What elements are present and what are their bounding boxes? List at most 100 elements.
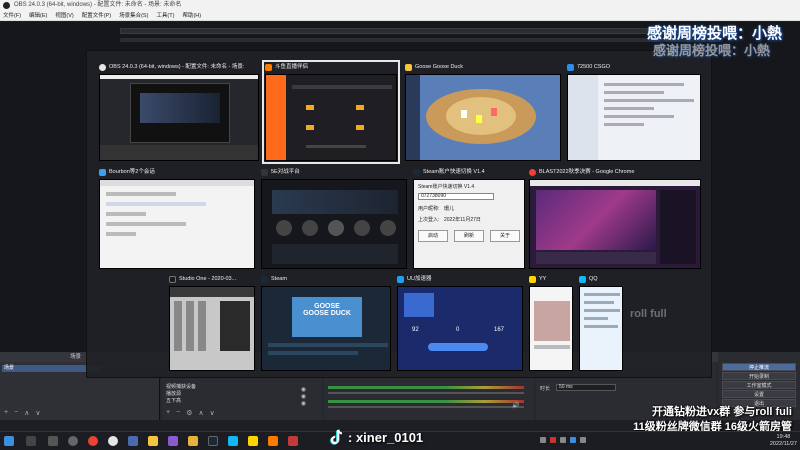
tray-icon[interactable] bbox=[570, 437, 576, 443]
window-thumb-studio-one[interactable]: Studio One - 2020-03... bbox=[167, 273, 257, 373]
task-view-icon[interactable] bbox=[48, 436, 58, 446]
chat-preview-image bbox=[99, 179, 255, 269]
gear-icon[interactable]: ⚙ bbox=[186, 409, 192, 417]
refresh-label: 刷新 bbox=[463, 233, 474, 239]
tiktok-handle: : xiner_0101 bbox=[348, 429, 424, 445]
menu-scene-collection[interactable]: 场景集合(S) bbox=[119, 11, 148, 20]
game-icon[interactable] bbox=[128, 436, 138, 446]
settings-icon[interactable] bbox=[68, 436, 78, 446]
duration-label: 时长 bbox=[540, 386, 551, 392]
obs-icon[interactable] bbox=[108, 436, 118, 446]
steam-icon bbox=[261, 276, 268, 283]
launch-button[interactable]: 启动 bbox=[418, 230, 448, 242]
window-thumb-goose-duck[interactable]: Goose Goose Duck bbox=[403, 61, 563, 163]
source-item[interactable]: 播放源 bbox=[162, 391, 322, 398]
remove-icon[interactable]: − bbox=[176, 409, 180, 417]
window-title: OBS 24.0.3 (64-bit, windows) - 配置文件: 未命名… bbox=[109, 64, 245, 70]
launch-label: 启动 bbox=[427, 233, 438, 239]
down-icon[interactable]: ∨ bbox=[210, 409, 215, 417]
window-thumb-steam-switcher[interactable]: Steam账户快速切换 V1.4 Steam账户快速切换 V1.4 072738… bbox=[411, 166, 527, 271]
about-button[interactable]: 关于 bbox=[490, 230, 520, 242]
about-label: 关于 bbox=[499, 233, 510, 239]
search-icon[interactable] bbox=[26, 436, 36, 446]
stop-streaming-button[interactable]: 停止推流 bbox=[722, 363, 796, 371]
window-title: Steam账户快速切换 V1.4 bbox=[423, 169, 485, 175]
tray-icon[interactable] bbox=[540, 437, 546, 443]
menu-help[interactable]: 帮助(H) bbox=[182, 11, 201, 20]
up-icon[interactable]: ∧ bbox=[198, 409, 203, 417]
douyu-preview-image bbox=[265, 74, 397, 161]
volume-slider[interactable] bbox=[328, 392, 524, 394]
account-select[interactable]: 072738090 bbox=[418, 193, 494, 200]
window-thumb-chrome[interactable]: BLAST2022秋季决赛 - Google Chrome bbox=[527, 166, 703, 271]
window-thumb-csgo[interactable]: 72500 CSGO bbox=[565, 61, 703, 163]
steam-preview-image: GOOSE GOOSE DUCK bbox=[261, 286, 391, 371]
tray-icon[interactable] bbox=[550, 437, 556, 443]
tray-icon[interactable] bbox=[560, 437, 566, 443]
window-title: YY bbox=[539, 276, 547, 282]
screen: OBS 24.0.3 (64-bit, windows) - 配置文件: 未命名… bbox=[0, 0, 800, 450]
5e-preview-image bbox=[261, 179, 407, 269]
clock-time: 19:48 bbox=[776, 434, 791, 440]
start-icon[interactable] bbox=[4, 436, 14, 446]
window-title: Bourbon等2个会话 bbox=[109, 169, 155, 175]
csgo-preview-image bbox=[567, 74, 701, 161]
window-thumb-5e[interactable]: 5E对战平台 bbox=[259, 166, 409, 271]
obs-title-bar: OBS 24.0.3 (64-bit, windows) - 配置文件: 未命名… bbox=[0, 0, 800, 11]
window-title: 72500 CSGO bbox=[577, 64, 611, 70]
menu-profile[interactable]: 配置文件(P) bbox=[82, 11, 111, 20]
add-icon[interactable]: + bbox=[4, 409, 8, 417]
obs-preview-image bbox=[99, 74, 259, 161]
chrome-icon[interactable] bbox=[88, 436, 98, 446]
uu-stat: 167 bbox=[494, 327, 505, 333]
menu-tools[interactable]: 工具(T) bbox=[156, 11, 174, 20]
tiktok-icon bbox=[330, 429, 344, 445]
clock-date: 2022/11/27 bbox=[769, 441, 797, 447]
steam-icon[interactable] bbox=[208, 436, 218, 446]
refresh-button[interactable]: 刷新 bbox=[454, 230, 484, 242]
goose-duck-icon[interactable] bbox=[148, 436, 158, 446]
start-recording-button[interactable]: 开始录制 bbox=[722, 372, 796, 380]
remove-icon[interactable]: − bbox=[14, 409, 18, 417]
window-thumb-yy[interactable]: YY bbox=[527, 273, 575, 373]
source-item[interactable]: 视频捕获设备 bbox=[162, 384, 322, 391]
source-item[interactable]: 五下高 bbox=[162, 398, 322, 405]
window-thumb-steam[interactable]: Steam GOOSE GOOSE DUCK bbox=[259, 273, 393, 373]
steam-icon bbox=[413, 169, 420, 176]
store-icon[interactable] bbox=[168, 436, 178, 446]
chat-icon bbox=[99, 169, 106, 176]
tiktok-watermark: : xiner_0101 bbox=[330, 428, 423, 446]
window-thumb-douyu[interactable]: 斗鱼直播伴侣 bbox=[262, 60, 400, 164]
add-icon[interactable]: + bbox=[166, 409, 170, 417]
menu-file[interactable]: 文件(F) bbox=[3, 11, 21, 20]
window-thumb-wechat[interactable]: Bourbon等2个会话 bbox=[97, 166, 257, 271]
system-tray[interactable] bbox=[540, 437, 630, 445]
volume-slider[interactable] bbox=[328, 406, 524, 408]
douyu-icon[interactable] bbox=[268, 436, 278, 446]
window-title: 斗鱼直播伴侣 bbox=[275, 64, 309, 70]
douyu-icon bbox=[265, 64, 272, 71]
uu-icon bbox=[397, 276, 404, 283]
speaker-icon[interactable]: 🔊 bbox=[512, 402, 519, 409]
taskbar-clock[interactable]: 19:48 2022/11/27 bbox=[770, 434, 797, 448]
yy-icon[interactable] bbox=[248, 436, 258, 446]
window-thumb-qq[interactable]: QQ bbox=[577, 273, 625, 373]
music-icon[interactable] bbox=[288, 436, 298, 446]
qq-icon[interactable] bbox=[228, 436, 238, 446]
settings-button[interactable]: 设置 bbox=[722, 390, 796, 398]
top-donor-banner-echo: 感谢周榜投喂：小熱 bbox=[652, 43, 770, 58]
down-icon[interactable]: ∨ bbox=[35, 409, 40, 417]
studio-mode-button[interactable]: 工作室模式 bbox=[722, 381, 796, 389]
up-icon[interactable]: ∧ bbox=[24, 409, 29, 417]
window-thumb-obs[interactable]: OBS 24.0.3 (64-bit, windows) - 配置文件: 未命名… bbox=[97, 61, 261, 163]
duration-input[interactable]: 50 ms bbox=[556, 384, 616, 391]
window-title: BLAST2022秋季决赛 - Google Chrome bbox=[539, 169, 635, 175]
tray-icon[interactable] bbox=[580, 437, 586, 443]
window-thumb-uu[interactable]: UU加速器 92 0 167 bbox=[395, 273, 525, 373]
source-visibility-icons[interactable]: ◉ ◉ ◉ bbox=[301, 387, 306, 408]
menu-view[interactable]: 视图(V) bbox=[55, 11, 73, 20]
studio-one-icon bbox=[169, 276, 176, 283]
audio-meter bbox=[328, 400, 524, 403]
menu-edit[interactable]: 编辑(E) bbox=[29, 11, 47, 20]
folder-icon[interactable] bbox=[188, 436, 198, 446]
